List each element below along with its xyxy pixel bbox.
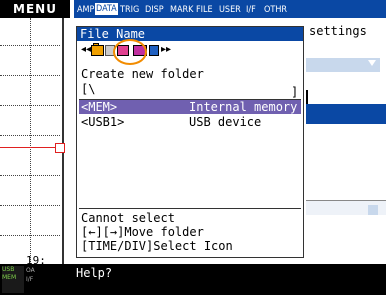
folder-icon[interactable] (91, 45, 104, 56)
mem-label: MEM (2, 274, 17, 281)
list-item-mem[interactable]: <MEM> Internal memory (79, 100, 301, 114)
status-line: [TIME/DIV]Select Icon (81, 239, 233, 253)
status-line: [←][→]Move folder (81, 225, 204, 239)
tab-if[interactable]: I/F (246, 4, 256, 16)
item-desc: USB device (189, 115, 262, 129)
usb-status-badge: USB MEM (2, 266, 24, 293)
waveform-area (0, 18, 76, 264)
tab-data[interactable]: DATA (95, 3, 118, 15)
oa-label: OA (26, 267, 35, 274)
settings-panel (306, 18, 386, 264)
waveform-border (62, 18, 64, 264)
divider (306, 90, 308, 104)
tab-trig[interactable]: TRIG (120, 4, 139, 16)
item-desc: Internal memory (189, 100, 298, 114)
settings-row-highlight[interactable] (306, 104, 386, 124)
mode-text: Create new folder (81, 67, 204, 81)
channel-marker-icon (55, 143, 65, 153)
help-text[interactable]: Help? (76, 264, 112, 282)
dialog-title: File Name (77, 27, 303, 41)
tab-file[interactable]: FILE (196, 4, 213, 16)
item-name: <USB1> (81, 115, 125, 129)
file-name-dialog: File Name ◂◂ ▸▸ Create new folder [\ ] <… (76, 26, 304, 258)
tab-user[interactable]: USER (219, 4, 241, 16)
item-name: <MEM> (81, 100, 118, 114)
divider (79, 208, 301, 209)
tab-bar: AMP DATA TRIG DISP MARK FILE USER I/F OT… (74, 0, 386, 18)
settings-field[interactable] (368, 205, 378, 215)
interface-status-badge: OA I/F (26, 266, 66, 293)
tab-disp[interactable]: DISP (145, 4, 164, 16)
status-line: Cannot select (81, 211, 175, 225)
dropdown-arrow-icon (368, 60, 376, 66)
menu-button[interactable]: MENU (0, 0, 70, 18)
path-field-end: ] (291, 85, 299, 99)
settings-label: settings (306, 22, 386, 40)
tab-amp[interactable]: AMP (77, 4, 94, 16)
path-field[interactable]: [\ (81, 82, 95, 96)
blue-file-icon[interactable] (149, 45, 159, 56)
tab-othr[interactable]: OTHR (264, 4, 287, 16)
instrument-screen: MENU AMP DATA TRIG DISP MARK FILE USER I… (0, 0, 386, 295)
scroll-right-icon[interactable]: ▸▸ (161, 44, 171, 55)
grid-line (30, 18, 31, 264)
waveform-trace (0, 147, 60, 148)
scroll-left-icon[interactable]: ◂◂ (81, 44, 91, 55)
selection-highlight-ring (113, 39, 147, 65)
if-label: I/F (26, 276, 34, 283)
list-item-usb1[interactable]: <USB1> USB device (79, 115, 301, 129)
usb-label: USB (2, 266, 15, 273)
device-list: <MEM> Internal memory <USB1> USB device (79, 100, 301, 208)
tab-mark[interactable]: MARK (170, 4, 193, 16)
